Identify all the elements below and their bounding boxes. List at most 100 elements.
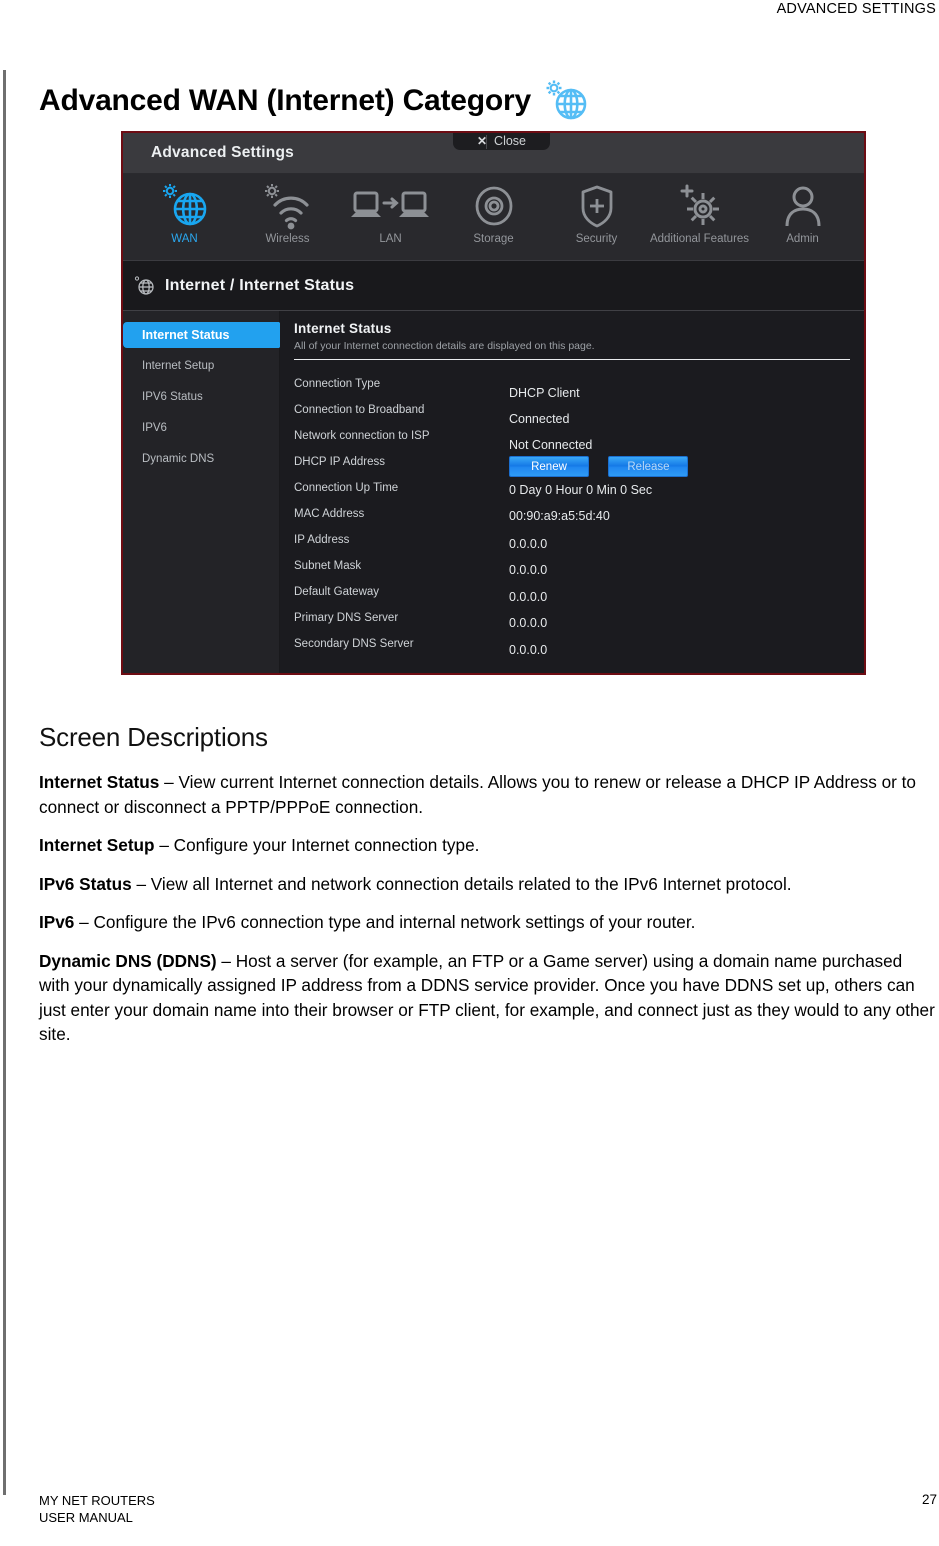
- sub-nav-sidebar: Internet Status Internet Setup IPV6 Stat…: [123, 311, 292, 673]
- nav-tab-wireless[interactable]: Wireless: [236, 180, 339, 260]
- nav-tab-label: LAN: [379, 233, 402, 245]
- status-row: MAC Address 00:90:a9:a5:5d:40: [294, 505, 864, 531]
- sidebar-item-ipv6-status[interactable]: IPV6 Status: [123, 384, 279, 410]
- status-row: Connection to Broadband Connected: [294, 401, 864, 427]
- two-laptops-arrow-icon: [349, 180, 433, 232]
- globe-small-icon: [133, 275, 157, 297]
- nav-tab-storage[interactable]: Storage: [442, 180, 545, 260]
- nav-tab-label: Additional Features: [649, 233, 750, 245]
- description-dynamic-dns: Dynamic DNS (DDNS) – Host a server (for …: [39, 949, 937, 1047]
- description-term: Internet Setup: [39, 835, 155, 855]
- nav-tab-admin[interactable]: Admin: [751, 180, 854, 260]
- status-row: Default Gateway 0.0.0.0: [294, 583, 864, 609]
- page-title: Advanced WAN (Internet) Category: [39, 84, 531, 117]
- footer-line-2: USER MANUAL: [39, 1510, 133, 1525]
- window-title: Advanced Settings: [151, 144, 294, 161]
- close-button[interactable]: ✕ Close: [453, 133, 550, 150]
- field-label-dhcp-ip-address: DHCP IP Address: [294, 456, 385, 468]
- nav-tab-additional-features[interactable]: Additional Features: [648, 180, 751, 260]
- panel-heading: Internet Status: [294, 321, 392, 336]
- description-body: – View current Internet connection detai…: [39, 772, 916, 817]
- wifi-gear-icon: [257, 180, 319, 232]
- sidebar-item-internet-setup[interactable]: Internet Setup: [123, 353, 279, 379]
- field-label-connection-type: Connection Type: [294, 378, 381, 390]
- field-label-ip-address: IP Address: [294, 534, 350, 546]
- description-body: – Configure the IPv6 connection type and…: [74, 912, 696, 932]
- release-button[interactable]: Release: [608, 456, 689, 477]
- field-label-connection-up-time: Connection Up Time: [294, 482, 399, 494]
- field-value-connection-up-time: 0 Day 0 Hour 0 Min 0 Sec: [509, 483, 653, 497]
- page-running-header: ADVANCED SETTINGS: [0, 0, 939, 24]
- nav-tab-security[interactable]: Security: [545, 180, 648, 260]
- close-divider: [486, 135, 487, 149]
- panel-subheading: All of your Internet connection details …: [294, 340, 595, 352]
- field-label-subnet-mask: Subnet Mask: [294, 560, 362, 572]
- description-internet-setup: Internet Setup – Configure your Internet…: [39, 833, 937, 858]
- field-value-connection-to-broadband: Connected: [509, 412, 570, 426]
- sidebar-item-label: Dynamic DNS: [142, 453, 215, 465]
- field-label-network-connection-to-isp: Network connection to ISP: [294, 430, 430, 442]
- nav-tab-label: Storage: [473, 233, 514, 245]
- sidebar-item-label: IPV6: [142, 422, 167, 434]
- dhcp-actions: Renew Release: [509, 453, 704, 477]
- sidebar-item-ipv6[interactable]: IPV6: [123, 415, 279, 441]
- status-row: Secondary DNS Server 0.0.0.0: [294, 635, 864, 661]
- field-value-connection-type: DHCP Client: [509, 386, 580, 400]
- status-row: Primary DNS Server 0.0.0.0: [294, 609, 864, 635]
- breadcrumb: Internet / Internet Status: [123, 261, 864, 311]
- nav-tab-wan[interactable]: WAN: [133, 180, 236, 260]
- description-term: IPv6: [39, 912, 75, 932]
- nav-tab-label: Security: [575, 233, 618, 245]
- panel-divider: [294, 359, 850, 360]
- close-button-label: Close: [494, 134, 527, 148]
- nav-tab-label: Admin: [786, 233, 819, 245]
- shield-plus-icon: [569, 180, 625, 232]
- field-label-secondary-dns-server: Secondary DNS Server: [294, 638, 414, 650]
- description-ipv6: IPv6 – Configure the IPv6 connection typ…: [39, 910, 937, 935]
- field-value-subnet-mask: 0.0.0.0: [509, 563, 548, 577]
- status-panel: Internet Status All of your Internet con…: [280, 311, 864, 673]
- field-label-mac-address: MAC Address: [294, 508, 365, 520]
- field-label-primary-dns-server: Primary DNS Server: [294, 612, 399, 624]
- page-header-text: ADVANCED SETTINGS: [776, 1, 936, 17]
- status-row: Network connection to ISP Not Connected: [294, 427, 864, 453]
- left-margin-rule: [3, 70, 6, 1495]
- gear-sparkle-icon: [669, 180, 731, 232]
- field-value-secondary-dns-server: 0.0.0.0: [509, 643, 548, 657]
- sidebar-item-label: Internet Setup: [142, 360, 215, 372]
- sidebar-item-label: Internet Status: [142, 328, 230, 342]
- section-title-row: Advanced WAN (Internet) Category: [39, 80, 593, 122]
- status-row: Subnet Mask 0.0.0.0: [294, 557, 864, 583]
- status-row: Connection Type DHCP Client: [294, 375, 864, 401]
- description-term: Dynamic DNS (DDNS): [39, 950, 217, 971]
- description-body: – View all Internet and network connecti…: [131, 873, 792, 894]
- nav-tab-label: Wireless: [265, 233, 310, 245]
- disk-icon: [466, 180, 522, 232]
- page-footer: MY NET ROUTERS USER MANUAL 27: [39, 1492, 937, 1526]
- description-internet-status: Internet Status – View current Internet …: [39, 770, 937, 819]
- status-row: DHCP IP Address Renew Release: [294, 453, 864, 479]
- sidebar-item-label: IPV6 Status: [142, 391, 203, 403]
- description-term: IPv6 Status: [39, 873, 132, 894]
- category-nav: WAN Wireless LAN Storage Security Additi…: [123, 174, 864, 261]
- wan-globe-gear-icon: [541, 78, 593, 122]
- status-row: IP Address 0.0.0.0: [294, 531, 864, 557]
- breadcrumb-text: Internet / Internet Status: [165, 276, 355, 294]
- field-value-ip-address: 0.0.0.0: [509, 537, 548, 551]
- nav-tab-label: WAN: [171, 233, 198, 245]
- field-value-network-connection-to-isp: Not Connected: [509, 438, 593, 452]
- footer-document-name: MY NET ROUTERS USER MANUAL: [39, 1492, 155, 1526]
- screen-descriptions-section: Screen Descriptions Internet Status – Vi…: [39, 720, 937, 1061]
- sidebar-item-internet-status[interactable]: Internet Status: [123, 322, 292, 348]
- description-term: Internet Status: [39, 772, 160, 792]
- field-value-mac-address: 00:90:a9:a5:5d:40: [509, 509, 610, 523]
- sidebar-item-dynamic-dns[interactable]: Dynamic DNS: [123, 446, 279, 472]
- field-value-default-gateway: 0.0.0.0: [509, 590, 548, 604]
- router-admin-screenshot: Advanced Settings ✕ Close WAN Wireless L…: [121, 131, 866, 675]
- status-row: Connection Up Time 0 Day 0 Hour 0 Min 0 …: [294, 479, 864, 505]
- page-number: 27: [921, 1492, 937, 1507]
- renew-button[interactable]: Renew: [509, 456, 589, 477]
- field-value-primary-dns-server: 0.0.0.0: [509, 616, 548, 630]
- nav-tab-lan[interactable]: LAN: [339, 180, 442, 260]
- field-label-connection-to-broadband: Connection to Broadband: [294, 404, 425, 416]
